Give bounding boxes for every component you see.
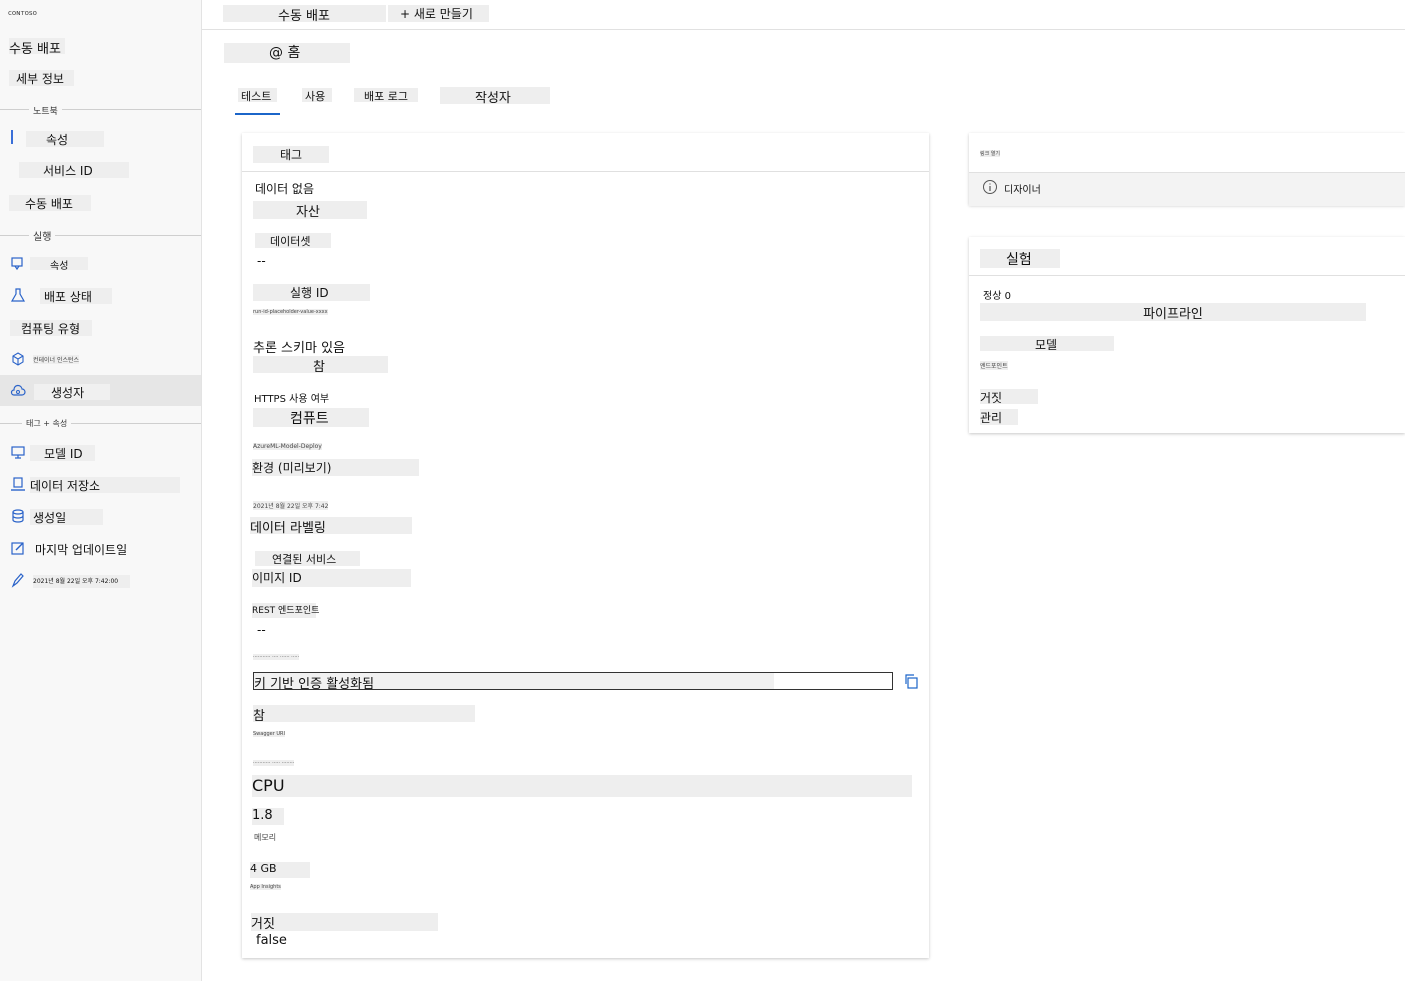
sidebar-item-attr[interactable]: 속성 — [30, 257, 88, 272]
sidebar-item-date: 2021년 8월 22일 오후 7:42:00 — [33, 575, 130, 588]
manage-link[interactable]: 관리 — [980, 409, 1018, 425]
date-value: 2021년 8월 22일 오후 7:42 — [253, 501, 329, 510]
asset-label: 자산 — [253, 201, 367, 220]
labeling-label: 데이터 라벨링 — [250, 517, 412, 536]
image-id-label: 이미지 ID — [252, 569, 411, 587]
tab-usage[interactable]: 사용 — [302, 88, 332, 103]
tab-deploy-log[interactable]: 배포 로그 — [354, 88, 418, 103]
sidebar-item-manual-deploy[interactable]: 수동 배포 — [9, 195, 91, 211]
section-tag: 태그 + 속성 — [22, 418, 72, 429]
card-header-tags: 태그 — [253, 146, 329, 163]
rest-endpoint-label: REST 엔드포인트 — [252, 603, 319, 618]
sidebar-item-creator[interactable]: 생성자 — [34, 384, 110, 400]
edit-icon — [10, 540, 26, 556]
designer-card: 링크 열기 디자이너 — [969, 133, 1405, 206]
memory-value: 4 GB — [250, 862, 310, 878]
pen-icon — [10, 572, 26, 588]
cpu-section-tiny: ··········· ····· ········ — [253, 760, 295, 766]
dataset-value: -- — [257, 254, 266, 268]
designer-card-tiny: 링크 열기 — [980, 150, 1000, 157]
sidebar-item-last-updated[interactable]: 마지막 업데이트일 — [35, 541, 127, 558]
has-schema-value: 참 — [253, 356, 388, 375]
run-id-label: 실행 ID — [253, 284, 370, 301]
app-insights-tiny: App Insights — [250, 884, 281, 890]
status-text: 정상 0 — [983, 291, 1011, 302]
endpoint-tiny: 엔드포인트 — [980, 361, 1008, 370]
copy-icon[interactable] — [903, 673, 919, 689]
info-icon — [982, 179, 998, 195]
no-data-text: 데이터 없음 — [255, 182, 315, 196]
cpu-label: CPU — [252, 775, 912, 797]
tab-author[interactable]: 작성자 — [440, 87, 550, 106]
sidebar-item-service-id[interactable]: 서비스 ID — [19, 162, 129, 178]
cube-icon — [10, 351, 26, 367]
false-value: false — [256, 933, 287, 948]
run-id-value: run-id-placeholder-value-xxxx — [253, 309, 328, 315]
cloud-icon — [10, 383, 26, 399]
sidebar-details[interactable]: 세부 정보 — [9, 70, 74, 86]
card-divider — [969, 275, 1405, 276]
section-experiment: 실행 — [29, 228, 56, 243]
main-card: 태그 데이터 없음 자산 데이터셋 -- 실행 ID run-id-placeh… — [242, 133, 929, 958]
rest-endpoint-value: -- — [257, 623, 266, 637]
key-auth-value: 참 — [253, 705, 475, 724]
topbar-tab-title[interactable]: 수동 배포 — [223, 5, 386, 24]
card-divider — [242, 171, 929, 172]
monitor-icon — [10, 444, 26, 460]
model-label: 모델 — [980, 336, 1114, 352]
experiment-card: 실험 정상 0 파이프라인 모델 엔드포인트 거짓 관리 — [969, 237, 1405, 433]
false-label: 거짓 — [251, 913, 438, 932]
sidebar-item-created[interactable]: 생성일 — [30, 509, 103, 525]
topbar-divider — [202, 29, 1405, 30]
sidebar-title: 수동 배포 — [9, 38, 65, 57]
beaker-icon — [10, 287, 26, 303]
memory-label: 메모리 — [254, 833, 277, 842]
designer-label[interactable]: 디자이너 — [1004, 181, 1041, 196]
key-section-tiny: ··········· ···· ······ ····· — [253, 654, 300, 660]
sidebar-item-datastore[interactable]: 데이터 저장소 — [30, 477, 180, 493]
sidebar: ᴄᴏɴᴛᴏsᴏ 수동 배포 세부 정보 노트북 속성 서비스 ID 수동 배포 … — [0, 0, 202, 981]
false-text: 거짓 — [980, 389, 1038, 405]
compute-value: AzureML-Model-Deploy — [253, 443, 322, 450]
section-notebook: 노트북 — [29, 104, 62, 117]
sidebar-item-properties[interactable]: 속성 — [26, 131, 104, 147]
dataset-label: 데이터셋 — [255, 233, 331, 248]
sidebar-item-deploy-state[interactable]: 배포 상태 — [40, 288, 112, 304]
cpu-value: 1.8 — [252, 808, 284, 825]
environment-label: 환경 (미리보기) — [252, 459, 419, 476]
logo: ᴄᴏɴᴛᴏsᴏ — [8, 9, 37, 17]
tab-test[interactable]: 테스트 — [238, 88, 277, 103]
compute-label: 컴퓨트 — [253, 408, 369, 427]
sidebar-item-compute-type[interactable]: 컴퓨팅 유형 — [10, 320, 92, 336]
sidebar-item-tiny[interactable]: 컨테이너 인스턴스 — [33, 355, 80, 364]
experiment-title: 실험 — [980, 249, 1060, 268]
https-label: HTTPS 사용 여부 — [254, 394, 330, 405]
swagger-tiny: Swagger URI — [253, 731, 286, 737]
sidebar-item-model-id[interactable]: 모델 ID — [30, 445, 95, 461]
laptop-icon — [10, 476, 26, 492]
database-icon — [10, 508, 26, 524]
breadcrumb-home[interactable]: @ 홈 — [224, 43, 350, 63]
flask-icon — [10, 255, 26, 271]
key-auth-label: 키 기반 인증 활성화됨 — [254, 673, 774, 692]
linked-services-label: 연결된 서비스 — [255, 551, 360, 566]
pipeline-label: 파이프라인 — [980, 303, 1366, 322]
selection-indicator — [11, 130, 13, 144]
has-schema-label: 추론 스키마 있음 — [253, 341, 345, 356]
tab-active-underline — [235, 113, 280, 115]
new-button[interactable]: + 새로 만들기 — [388, 5, 489, 22]
